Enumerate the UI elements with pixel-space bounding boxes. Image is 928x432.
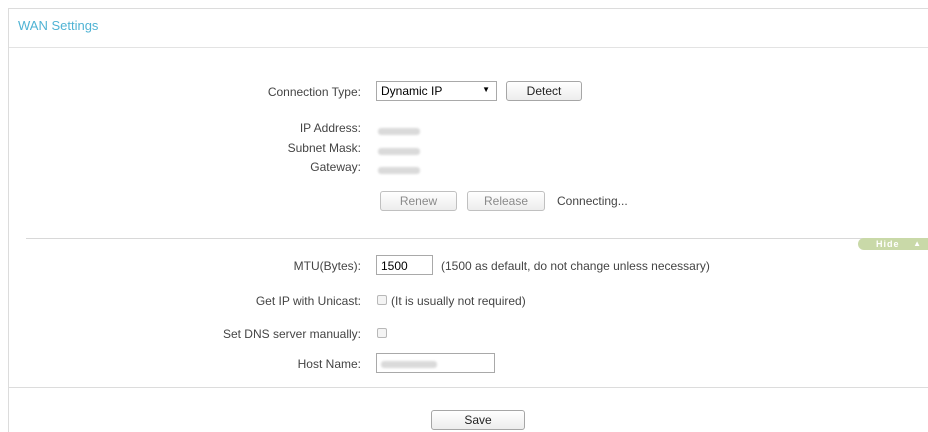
subnet-mask-label: Subnet Mask: — [287, 141, 361, 155]
dropdown-arrow-icon: ▼ — [482, 85, 490, 94]
unicast-label: Get IP with Unicast: — [255, 294, 361, 308]
mtu-input[interactable]: 1500 — [376, 255, 433, 275]
redacted-value-icon — [378, 148, 420, 155]
host-name-label: Host Name: — [297, 357, 361, 371]
gateway-label: Gateway: — [310, 160, 361, 174]
dns-manual-label: Set DNS server manually: — [222, 327, 361, 341]
mtu-label: MTU(Bytes): — [293, 259, 361, 273]
redacted-value-icon — [378, 128, 420, 135]
ip-address-value — [378, 124, 420, 138]
renew-button[interactable]: Renew — [380, 191, 457, 211]
connection-type-value: Dynamic IP — [381, 84, 443, 98]
connection-type-label: Connection Type: — [267, 85, 361, 99]
unicast-hint: (It is usually not required) — [391, 294, 526, 308]
page-title: WAN Settings — [18, 18, 99, 33]
connection-status: Connecting... — [557, 194, 628, 208]
redacted-value-icon — [378, 167, 420, 174]
redacted-value-icon — [381, 361, 437, 368]
detect-button[interactable]: Detect — [506, 81, 582, 101]
release-button[interactable]: Release — [467, 191, 545, 211]
connection-type-select[interactable]: Dynamic IP ▼ — [376, 81, 497, 101]
gateway-value — [378, 163, 420, 177]
advanced-divider — [26, 238, 928, 239]
mtu-hint: (1500 as default, do not change unless n… — [441, 259, 710, 273]
title-divider — [9, 47, 928, 48]
unicast-checkbox[interactable] — [377, 295, 387, 305]
subnet-mask-value — [378, 144, 420, 158]
footer-divider — [9, 387, 928, 388]
caret-up-icon: ▲ — [913, 239, 922, 248]
host-name-input[interactable] — [376, 353, 495, 373]
hide-advanced-toggle[interactable]: Hide ▲ — [858, 238, 928, 250]
ip-address-label: IP Address: — [299, 121, 361, 135]
hide-label: Hide — [876, 239, 900, 249]
dns-manual-checkbox[interactable] — [377, 328, 387, 338]
save-button[interactable]: Save — [431, 410, 525, 430]
